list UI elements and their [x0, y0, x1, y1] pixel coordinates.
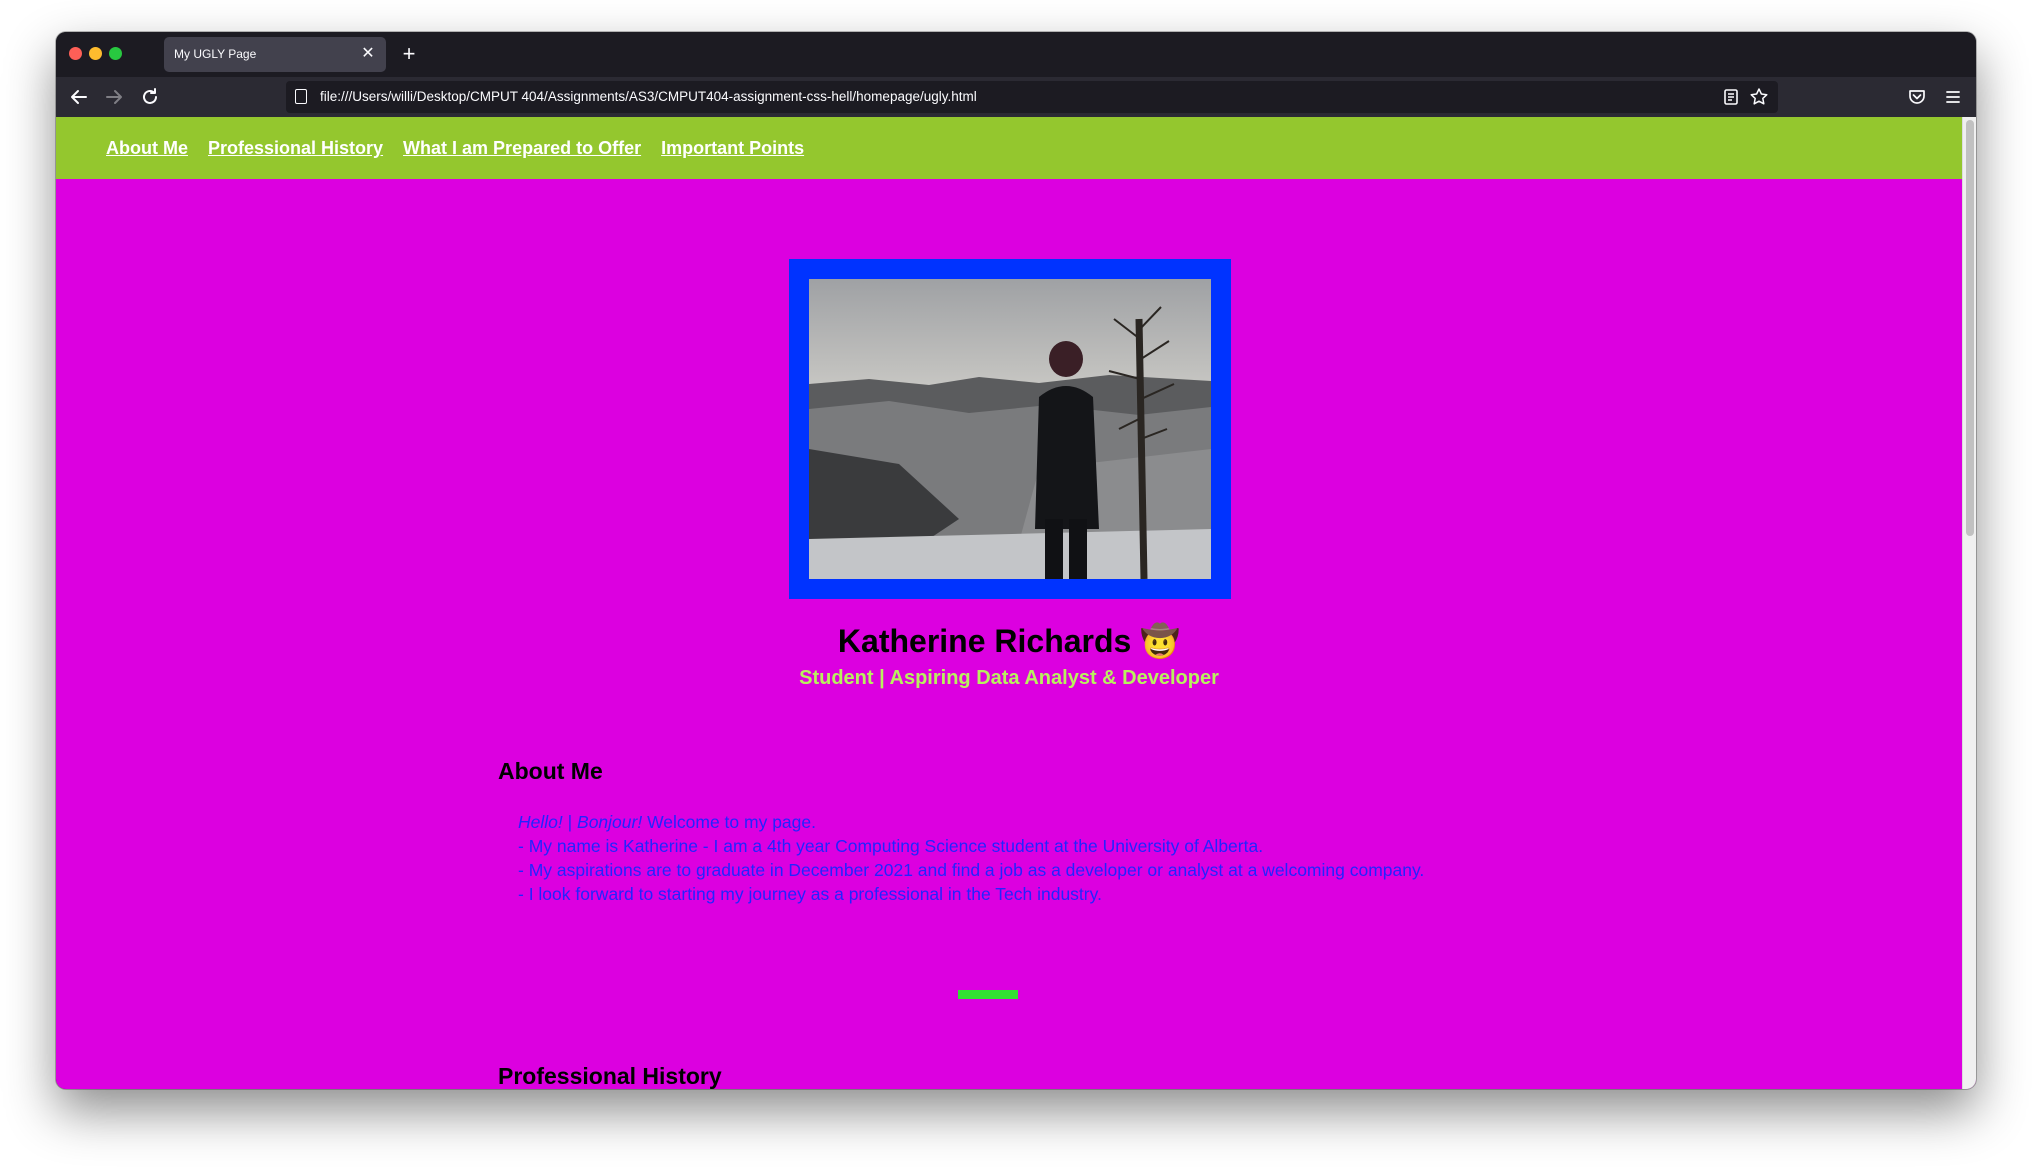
nav-links: About Me Professional History What I am …: [106, 138, 804, 159]
tab-close-icon[interactable]: ✕: [358, 44, 378, 64]
navigation-toolbar: file:///Users/willi/Desktop/CMPUT 404/As…: [56, 77, 1976, 117]
section-divider: [958, 990, 1018, 999]
cowboy-emoji-icon: 🤠: [1140, 623, 1181, 659]
reload-icon[interactable]: [137, 84, 163, 110]
greeting-hello: Hello!: [518, 812, 563, 832]
profile-tagline: Student | Aspiring Data Analyst & Develo…: [799, 667, 1219, 689]
profile-photo-frame: [789, 259, 1231, 599]
forward-arrow-icon[interactable]: [101, 84, 127, 110]
window-minimize-button[interactable]: [89, 47, 102, 60]
about-line: - My name is Katherine - I am a 4th year…: [518, 836, 1264, 856]
profile-name-text: Katherine Richards: [837, 623, 1132, 659]
tab-title: My UGLY Page: [174, 47, 257, 61]
page-viewport: About Me Professional History What I am …: [56, 117, 1976, 1089]
browser-tab[interactable]: My UGLY Page ✕: [164, 37, 386, 72]
nav-link-about-me[interactable]: About Me: [106, 138, 188, 159]
reader-view-icon[interactable]: [1720, 86, 1742, 108]
nav-link-prepared-to-offer[interactable]: What I am Prepared to Offer: [403, 138, 641, 159]
star-icon[interactable]: [1748, 86, 1770, 108]
greeting-welcome: Welcome to my page.: [642, 812, 816, 832]
tab-strip: My UGLY Page ✕ +: [56, 32, 1976, 77]
scrollbar-thumb[interactable]: [1966, 120, 1974, 536]
window-close-button[interactable]: [69, 47, 82, 60]
hamburger-menu-icon[interactable]: [1940, 84, 1966, 110]
back-arrow-icon[interactable]: [66, 84, 92, 110]
about-me-text: Hello! | Bonjour! Welcome to my page. - …: [518, 810, 1424, 906]
greeting-bonjour: Bonjour!: [577, 812, 643, 832]
nav-link-professional-history[interactable]: Professional History: [208, 138, 383, 159]
site-navbar: About Me Professional History What I am …: [56, 117, 1962, 179]
page-icon: [295, 89, 307, 104]
profile-name: Katherine Richards 🤠: [56, 622, 1962, 660]
greeting-separator: |: [562, 812, 578, 832]
page-content: About Me Professional History What I am …: [56, 117, 1962, 1089]
url-text[interactable]: file:///Users/willi/Desktop/CMPUT 404/As…: [320, 89, 977, 104]
new-tab-button[interactable]: +: [396, 41, 422, 67]
about-greeting-line: Hello! | Bonjour! Welcome to my page.: [518, 810, 1424, 834]
vertical-scrollbar[interactable]: [1962, 117, 1976, 1089]
url-bar[interactable]: file:///Users/willi/Desktop/CMPUT 404/As…: [286, 81, 1778, 113]
nav-link-important-points[interactable]: Important Points: [661, 138, 804, 159]
professional-history-heading: Professional History: [498, 1063, 722, 1089]
browser-window: My UGLY Page ✕ + file:///Users/willi/Des…: [56, 32, 1976, 1089]
pocket-icon[interactable]: [1904, 84, 1930, 110]
window-maximize-button[interactable]: [109, 47, 122, 60]
about-line: - I look forward to starting my journey …: [518, 884, 1102, 904]
profile-photo: [809, 279, 1211, 579]
about-line: - My aspirations are to graduate in Dece…: [518, 860, 1425, 880]
about-me-heading: About Me: [498, 758, 603, 784]
